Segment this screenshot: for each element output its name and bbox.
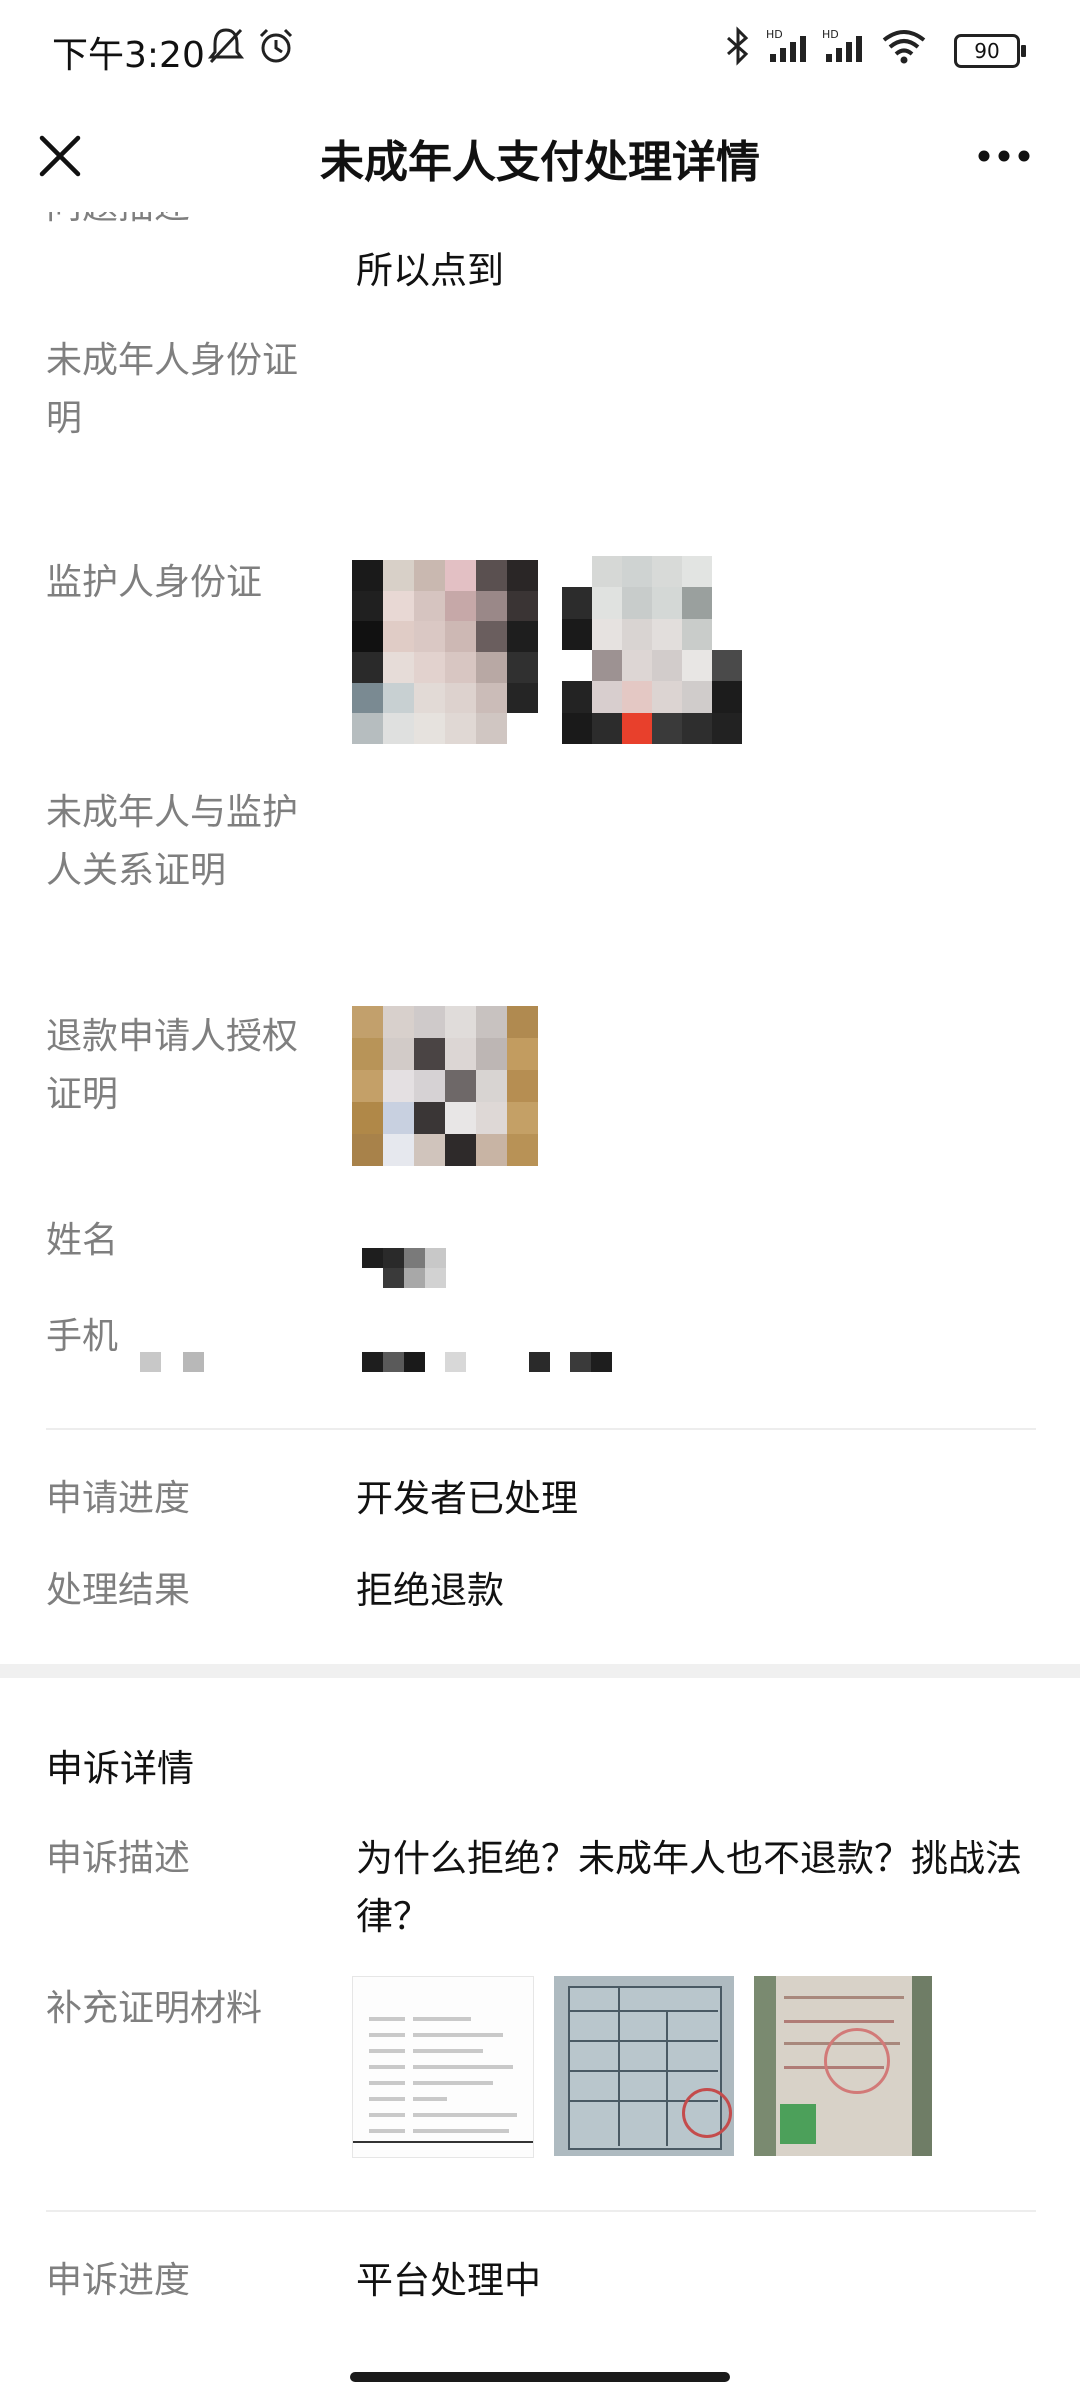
appeal-section-title: 申诉详情 (46, 1747, 194, 1790)
processing-result-label: 处理结果 (46, 1570, 191, 1611)
authorization-proof-image[interactable] (352, 1006, 538, 1166)
mute-icon (207, 26, 245, 70)
name-label: 姓名 (46, 1220, 119, 1261)
more-icon (978, 150, 1030, 162)
application-progress-value: 开发者已处理 (356, 1477, 578, 1520)
phone-label-masked (140, 1352, 204, 1372)
hd-signal-icon: HD (766, 26, 816, 70)
page: 下午3:20 HD HD 90 未成年人支付处理详情 问 (0, 0, 1080, 2400)
guardian-id-image-1[interactable] (352, 560, 538, 744)
guardian-id-label: 监护人身份证 (46, 562, 263, 603)
supplementary-materials-label: 补充证明材料 (46, 1988, 263, 2029)
status-time: 下午3:20 (52, 35, 205, 76)
svg-text:HD: HD (822, 28, 839, 41)
phone-value-masked (362, 1352, 612, 1372)
problem-description-label: 问题描述 (46, 212, 306, 236)
details-content[interactable]: 问题描述 所以点到 未成年人身份证明 监护人身份证 (0, 212, 1080, 2400)
appeal-description-label: 申诉描述 (46, 1838, 191, 1879)
home-indicator[interactable] (350, 2372, 730, 2382)
guardian-id-image-2[interactable] (562, 556, 742, 744)
relationship-proof-label: 未成年人与监护人关系证明 (46, 792, 299, 891)
bluetooth-icon (724, 26, 752, 70)
divider (46, 2210, 1036, 2212)
status-bar: 下午3:20 HD HD 90 (0, 0, 1080, 100)
more-options-button[interactable] (972, 132, 1036, 180)
svg-text:HD: HD (766, 28, 783, 41)
supplementary-material-image-1[interactable] (352, 1976, 534, 2158)
minor-id-proof-label: 未成年人身份证明 (46, 340, 299, 439)
application-progress-label: 申请进度 (46, 1478, 191, 1519)
name-value-masked (362, 1248, 446, 1288)
supplementary-material-image-2[interactable] (554, 1976, 734, 2156)
authorization-proof-label: 退款申请人授权证明 (46, 1016, 299, 1115)
battery-icon: 90 (954, 34, 1026, 68)
divider (46, 1428, 1036, 1430)
section-divider (0, 1664, 1080, 1678)
wifi-icon (880, 26, 928, 70)
appeal-progress-value: 平台处理中 (356, 2259, 541, 2302)
page-title: 未成年人支付处理详情 (320, 137, 760, 188)
processing-result-value: 拒绝退款 (356, 1569, 504, 1612)
supplementary-material-image-3[interactable] (754, 1976, 932, 2156)
problem-description-value: 所以点到 (356, 249, 504, 292)
appeal-description-value: 为什么拒绝？未成年人也不退款？挑战法律？ (356, 1837, 1022, 1938)
alarm-icon (256, 26, 296, 70)
top-navigation-bar: 未成年人支付处理详情 (0, 100, 1080, 212)
hd-signal-icon: HD (822, 26, 872, 70)
appeal-progress-label: 申诉进度 (46, 2260, 191, 2301)
